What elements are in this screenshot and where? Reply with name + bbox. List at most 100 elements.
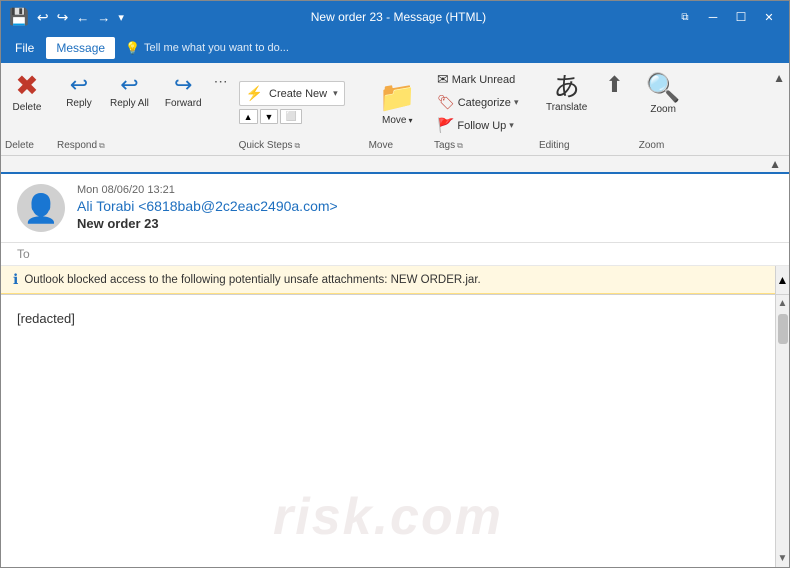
unread-icon: ✉ <box>437 71 449 88</box>
categorize-icon: 🏷 <box>437 94 455 111</box>
followup-icon: 🚩 <box>437 117 454 134</box>
mark-unread-label: Mark Unread <box>452 74 516 86</box>
undo-btn[interactable]: ↩ <box>37 9 49 26</box>
quickstep-expand[interactable]: ⬜ <box>280 109 301 124</box>
followup-dropdown-icon[interactable]: ▾ <box>509 120 514 131</box>
zoom-icon: 🔍 <box>646 74 681 102</box>
respond-expander[interactable]: ⧉ <box>99 141 105 151</box>
respond-row: ↩ Reply ↩ Reply All ↪ Forward ⋯ <box>57 69 231 114</box>
warning-bar: ℹ Outlook blocked access to the followin… <box>1 266 775 294</box>
move-group-label: Move <box>365 138 430 151</box>
info-icon: ℹ <box>13 271 18 288</box>
avatar-person-icon: 👤 <box>24 192 59 225</box>
followup-label: Follow Up <box>457 120 506 132</box>
quicksteps-group-label: Quick Steps ⧉ <box>235 138 365 151</box>
to-label: To <box>17 247 30 261</box>
delete-group-label: Delete <box>1 138 53 151</box>
scroll-track[interactable]: ▲ ▼ <box>775 295 789 567</box>
reply-all-icon: ↩ <box>120 74 138 96</box>
title-bar-left: 💾 ↩ ↪ ← → ▾ <box>9 7 124 27</box>
delete-button[interactable]: ✖ Delete <box>1 67 53 118</box>
lightbulb-icon: 💡 <box>125 41 140 55</box>
minimize-btn[interactable]: ─ <box>701 7 725 27</box>
ribbon-tags-content: ✉ Mark Unread 🏷 Categorize ▾ 🚩 Follow Up… <box>430 67 535 138</box>
followup-button[interactable]: 🚩 Follow Up ▾ <box>434 115 517 136</box>
folder-icon: 📁 <box>379 80 416 115</box>
window-title: New order 23 - Message (HTML) <box>311 10 486 24</box>
translate-label: Translate <box>546 102 587 113</box>
categorize-dropdown-icon[interactable]: ▾ <box>514 97 519 108</box>
quickstep-down[interactable]: ▼ <box>260 109 279 124</box>
zoom-group-label: Zoom <box>635 138 692 151</box>
quicksteps-expander[interactable]: ⧉ <box>295 141 301 151</box>
scroll-up-arrow[interactable]: ▲ <box>775 295 789 312</box>
tags-expander[interactable]: ⧉ <box>457 141 463 151</box>
watermark: risk.com <box>273 487 503 547</box>
create-new-quickstep[interactable]: ⚡ Create New ▾ <box>239 81 345 106</box>
restore-btn[interactable]: ⧉ <box>673 7 697 27</box>
delete-icon: ✖ <box>15 72 38 100</box>
reply-all-button[interactable]: ↩ Reply All <box>103 69 156 114</box>
menu-file[interactable]: File <box>5 37 44 59</box>
menu-message[interactable]: Message <box>46 37 115 59</box>
warning-collapse[interactable]: ▲ <box>775 266 789 294</box>
email-body-row: [redacted] risk.com ▲ ▼ <box>1 295 789 567</box>
cursor-button[interactable]: ⬆ <box>598 69 630 101</box>
mark-unread-button[interactable]: ✉ Mark Unread <box>434 69 518 90</box>
forward-icon: ↪ <box>174 74 192 96</box>
categorize-button[interactable]: 🏷 Categorize ▾ <box>434 92 522 113</box>
redo-btn[interactable]: ↪ <box>57 9 69 26</box>
ribbon-section-editing: あ Translate ⬆ Editing <box>535 67 635 151</box>
save-icon[interactable]: 💾 <box>9 7 29 27</box>
ribbon-section-delete: ✖ Delete Delete <box>1 67 53 151</box>
translate-button[interactable]: あ Translate <box>539 69 594 118</box>
ribbon-quicksteps-content: ⚡ Create New ▾ ▲ ▼ ⬜ <box>235 67 365 138</box>
email-content: 👤 Mon 08/06/20 13:21 Ali Torabi <6818bab… <box>1 174 789 567</box>
quickstep-dropdown-icon[interactable]: ▾ <box>333 88 338 99</box>
more-btn[interactable]: ▾ <box>118 11 124 24</box>
translate-icon: あ <box>554 74 580 100</box>
move-button[interactable]: 📁 Move ▾ <box>371 76 424 130</box>
maximize-btn[interactable]: ☐ <box>729 7 753 27</box>
ribbon-collapse-icon[interactable]: ▲ <box>769 157 781 171</box>
email-body: [redacted] risk.com <box>1 295 775 567</box>
window-controls: ⧉ ─ ☐ ✕ <box>673 7 781 27</box>
scroll-thumb[interactable] <box>778 314 788 344</box>
forward-button[interactable]: ↪ Forward <box>158 69 209 114</box>
tell-me-input[interactable]: 💡 Tell me what you want to do... <box>117 38 297 58</box>
email-header-info: Mon 08/06/20 13:21 Ali Torabi <6818bab@2… <box>77 184 773 231</box>
zoom-label: Zoom <box>650 104 676 115</box>
warning-text: Outlook blocked access to the following … <box>24 274 480 286</box>
ribbon-delete-content: ✖ Delete <box>1 67 53 138</box>
ribbon-section-tags: ✉ Mark Unread 🏷 Categorize ▾ 🚩 Follow Up… <box>430 67 535 151</box>
scroll-down-arrow[interactable]: ▼ <box>775 550 789 567</box>
ribbon-move-content: 📁 Move ▾ <box>365 67 430 138</box>
reply-icon: ↩ <box>70 74 88 96</box>
lightning-icon: ⚡ <box>246 85 263 102</box>
move-label: Move ▾ <box>382 115 412 126</box>
ribbon-section-move: 📁 Move ▾ Move <box>365 67 430 151</box>
more-respond-button[interactable]: ⋯ <box>211 69 231 114</box>
email-header: 👤 Mon 08/06/20 13:21 Ali Torabi <6818bab… <box>1 174 789 243</box>
ribbon-respond-content: ↩ Reply ↩ Reply All ↪ Forward ⋯ <box>53 67 235 138</box>
email-date: Mon 08/06/20 13:21 <box>77 184 773 196</box>
back-btn[interactable]: ← <box>76 10 89 25</box>
reply-all-label: Reply All <box>110 98 149 109</box>
to-field: To <box>1 243 789 266</box>
reply-label: Reply <box>66 98 92 109</box>
cursor-icon: ⬆ <box>605 74 623 96</box>
ribbon-collapse-btn[interactable]: ▲ <box>773 71 785 85</box>
close-btn[interactable]: ✕ <box>757 7 781 27</box>
forward-btn[interactable]: → <box>97 10 110 25</box>
zoom-button[interactable]: 🔍 Zoom <box>639 69 688 120</box>
email-body-text: [redacted] <box>17 311 759 326</box>
ribbon-editing-content: あ Translate ⬆ <box>535 67 635 138</box>
email-subject: New order 23 <box>77 216 773 231</box>
delete-label: Delete <box>13 102 42 113</box>
quickstep-up[interactable]: ▲ <box>239 109 258 124</box>
reply-button[interactable]: ↩ Reply <box>57 69 101 114</box>
title-bar: 💾 ↩ ↪ ← → ▾ New order 23 - Message (HTML… <box>1 1 789 33</box>
editing-group-label: Editing <box>535 138 635 151</box>
email-from: Ali Torabi <6818bab@2c2eac2490a.com> <box>77 198 773 214</box>
categorize-label: Categorize <box>458 97 511 109</box>
